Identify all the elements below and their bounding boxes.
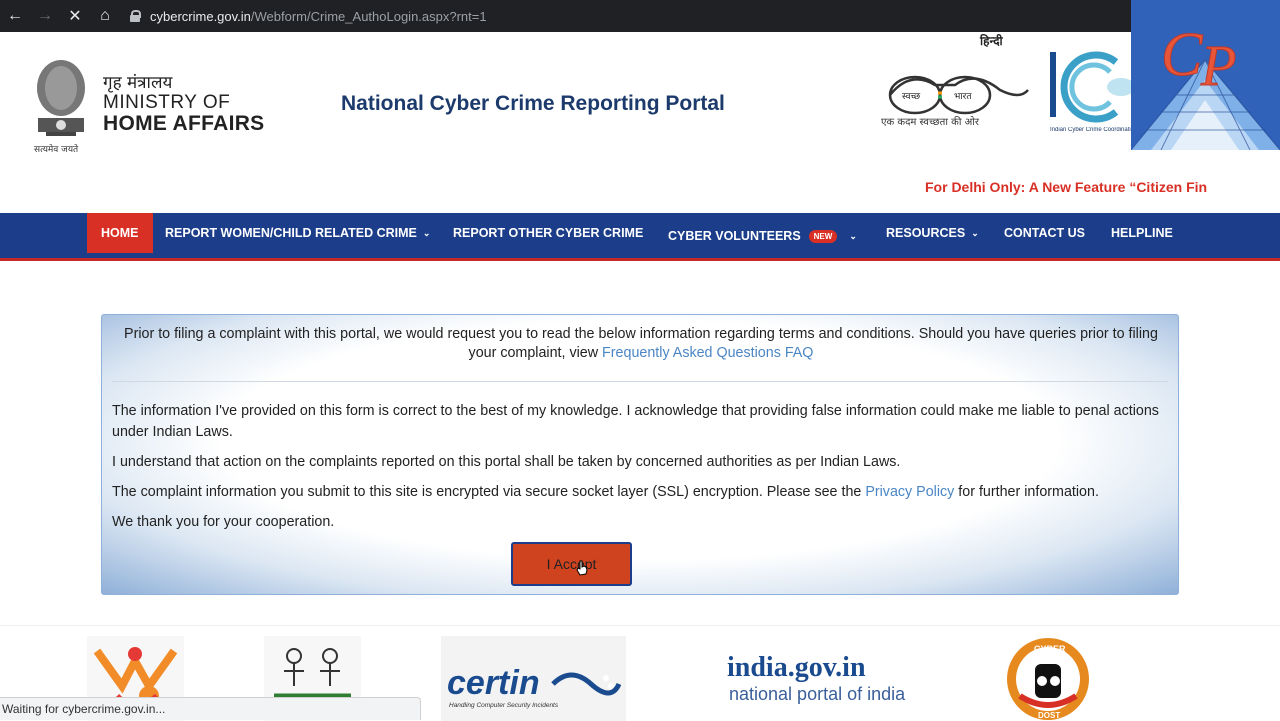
back-icon[interactable]: ← [0,0,30,32]
nav-helpline-label: HELPLINE [1111,226,1173,240]
nav-report-other[interactable]: REPORT OTHER CYBER CRIME [453,213,643,253]
terms-paragraph-1: The information I've provided on this fo… [112,403,1159,440]
svg-text:P: P [1200,33,1236,98]
ministry-name-line2: HOME AFFAIRS [103,112,265,135]
nav-contact-us[interactable]: CONTACT US [1004,213,1085,253]
i4c-caption: Indian Cyber Crime Coordination [1050,127,1135,133]
nav-resources[interactable]: RESOURCES ⌄ [886,213,979,253]
emblem-caption: सत्यमेव जयते [34,145,79,155]
swachh-caption: एक कदम स्वच्छता की ओर [881,117,979,128]
watermark-graphic: C P [1131,0,1280,150]
nav-home[interactable]: HOME [87,213,153,253]
certin-subtitle: Handling Computer Security Incidents [449,702,559,709]
news-ticker[interactable]: For Delhi Only: A New Feature “Citizen F… [925,179,1212,195]
national-emblem-icon [37,60,85,136]
terms-paragraph-4: We thank you for your cooperation. [112,514,335,530]
main-navigation: HOME REPORT WOMEN/CHILD RELATED CRIME ⌄ R… [0,213,1280,261]
nav-home-label: HOME [101,226,139,240]
ministry-name-line1: MINISTRY OF [103,92,231,113]
nav-report-women-child[interactable]: REPORT WOMEN/CHILD RELATED CRIME ⌄ [165,213,430,253]
india-gov-logo[interactable]: india.gov.in national portal of india [727,636,917,721]
cyber-dost-bottom-text: DOST [1038,711,1060,720]
chevron-down-icon: ⌄ [971,227,979,238]
cyber-dost-top-text: CYBER [1034,644,1066,654]
address-bar[interactable]: cybercrime.gov.in/Webform/Crime_AuthoLog… [130,0,487,32]
nav-helpline[interactable]: HELPLINE [1111,213,1173,253]
certin-title: certin [447,664,540,702]
hand-cursor-icon [576,560,588,576]
chevron-down-icon: ⌄ [849,230,857,241]
chevron-down-icon: ⌄ [422,227,431,238]
terms-paragraph-3-text: The complaint information you submit to … [112,484,866,500]
terms-paragraph-2: I understand that action on the complain… [112,454,901,470]
cyber-dost-logo[interactable]: CYBER DOST [1005,636,1091,721]
url-host: cybercrime.gov.in [150,8,251,24]
forward-icon[interactable]: → [30,0,60,32]
accept-button[interactable]: I Accept [511,542,632,586]
ministry-name-hindi: गृह मंत्रालय [103,73,173,93]
page-title: National Cyber Crime Reporting Portal [341,92,725,115]
browser-status-bar: Waiting for cybercrime.gov.in... [0,697,421,720]
language-hindi-link[interactable]: हिन्दी [980,32,1003,49]
site-header: सत्यमेव जयते गृह मंत्रालय MINISTRY OF HO… [0,32,1280,213]
nav-report-women-child-label: REPORT WOMEN/CHILD RELATED CRIME [165,226,417,240]
home-icon[interactable]: ⌂ [90,0,120,32]
certin-swirl-icon [551,672,621,696]
nav-report-other-label: REPORT OTHER CYBER CRIME [453,226,644,240]
nav-contact-us-label: CONTACT US [1004,226,1086,240]
i4c-logo [1050,51,1135,123]
nav-cyber-volunteers[interactable]: CYBER VOLUNTEERS NEW ⌄ [668,216,857,256]
faq-link[interactable]: Frequently Asked Questions FAQ [602,345,813,361]
new-badge: NEW [808,229,838,243]
lock-icon[interactable] [130,10,141,22]
url-path: /Webform/Crime_AuthoLogin.aspx?rnt=1 [250,8,487,24]
stop-loading-icon[interactable]: ✕ [60,0,90,32]
browser-toolbar: ← → ✕ ⌂ cybercrime.gov.in/Webform/Crime_… [0,0,1280,32]
india-gov-title: india.gov.in [727,652,866,683]
certin-logo[interactable]: certin Handling Computer Security Incide… [441,636,626,721]
swachh-label-1: स्वच्छ [902,92,921,102]
terms-paragraph-3-tail: for further information. [954,484,1099,500]
terms-panel: Prior to filing a complaint with this po… [101,314,1179,595]
india-gov-subtitle: national portal of india [729,684,906,704]
divider [112,381,1168,382]
terms-intro: Prior to filing a complaint with this po… [114,325,1168,363]
nav-resources-label: RESOURCES [886,226,966,240]
svg-text:C: C [1161,21,1203,89]
nav-cyber-volunteers-label: CYBER VOLUNTEERS [668,229,801,243]
channel-watermark-logo: C P [1131,0,1280,150]
terms-paragraph-3: The complaint information you submit to … [112,482,1172,503]
privacy-policy-link[interactable]: Privacy Policy [865,484,954,500]
swachh-label-2: भारत [954,92,972,102]
